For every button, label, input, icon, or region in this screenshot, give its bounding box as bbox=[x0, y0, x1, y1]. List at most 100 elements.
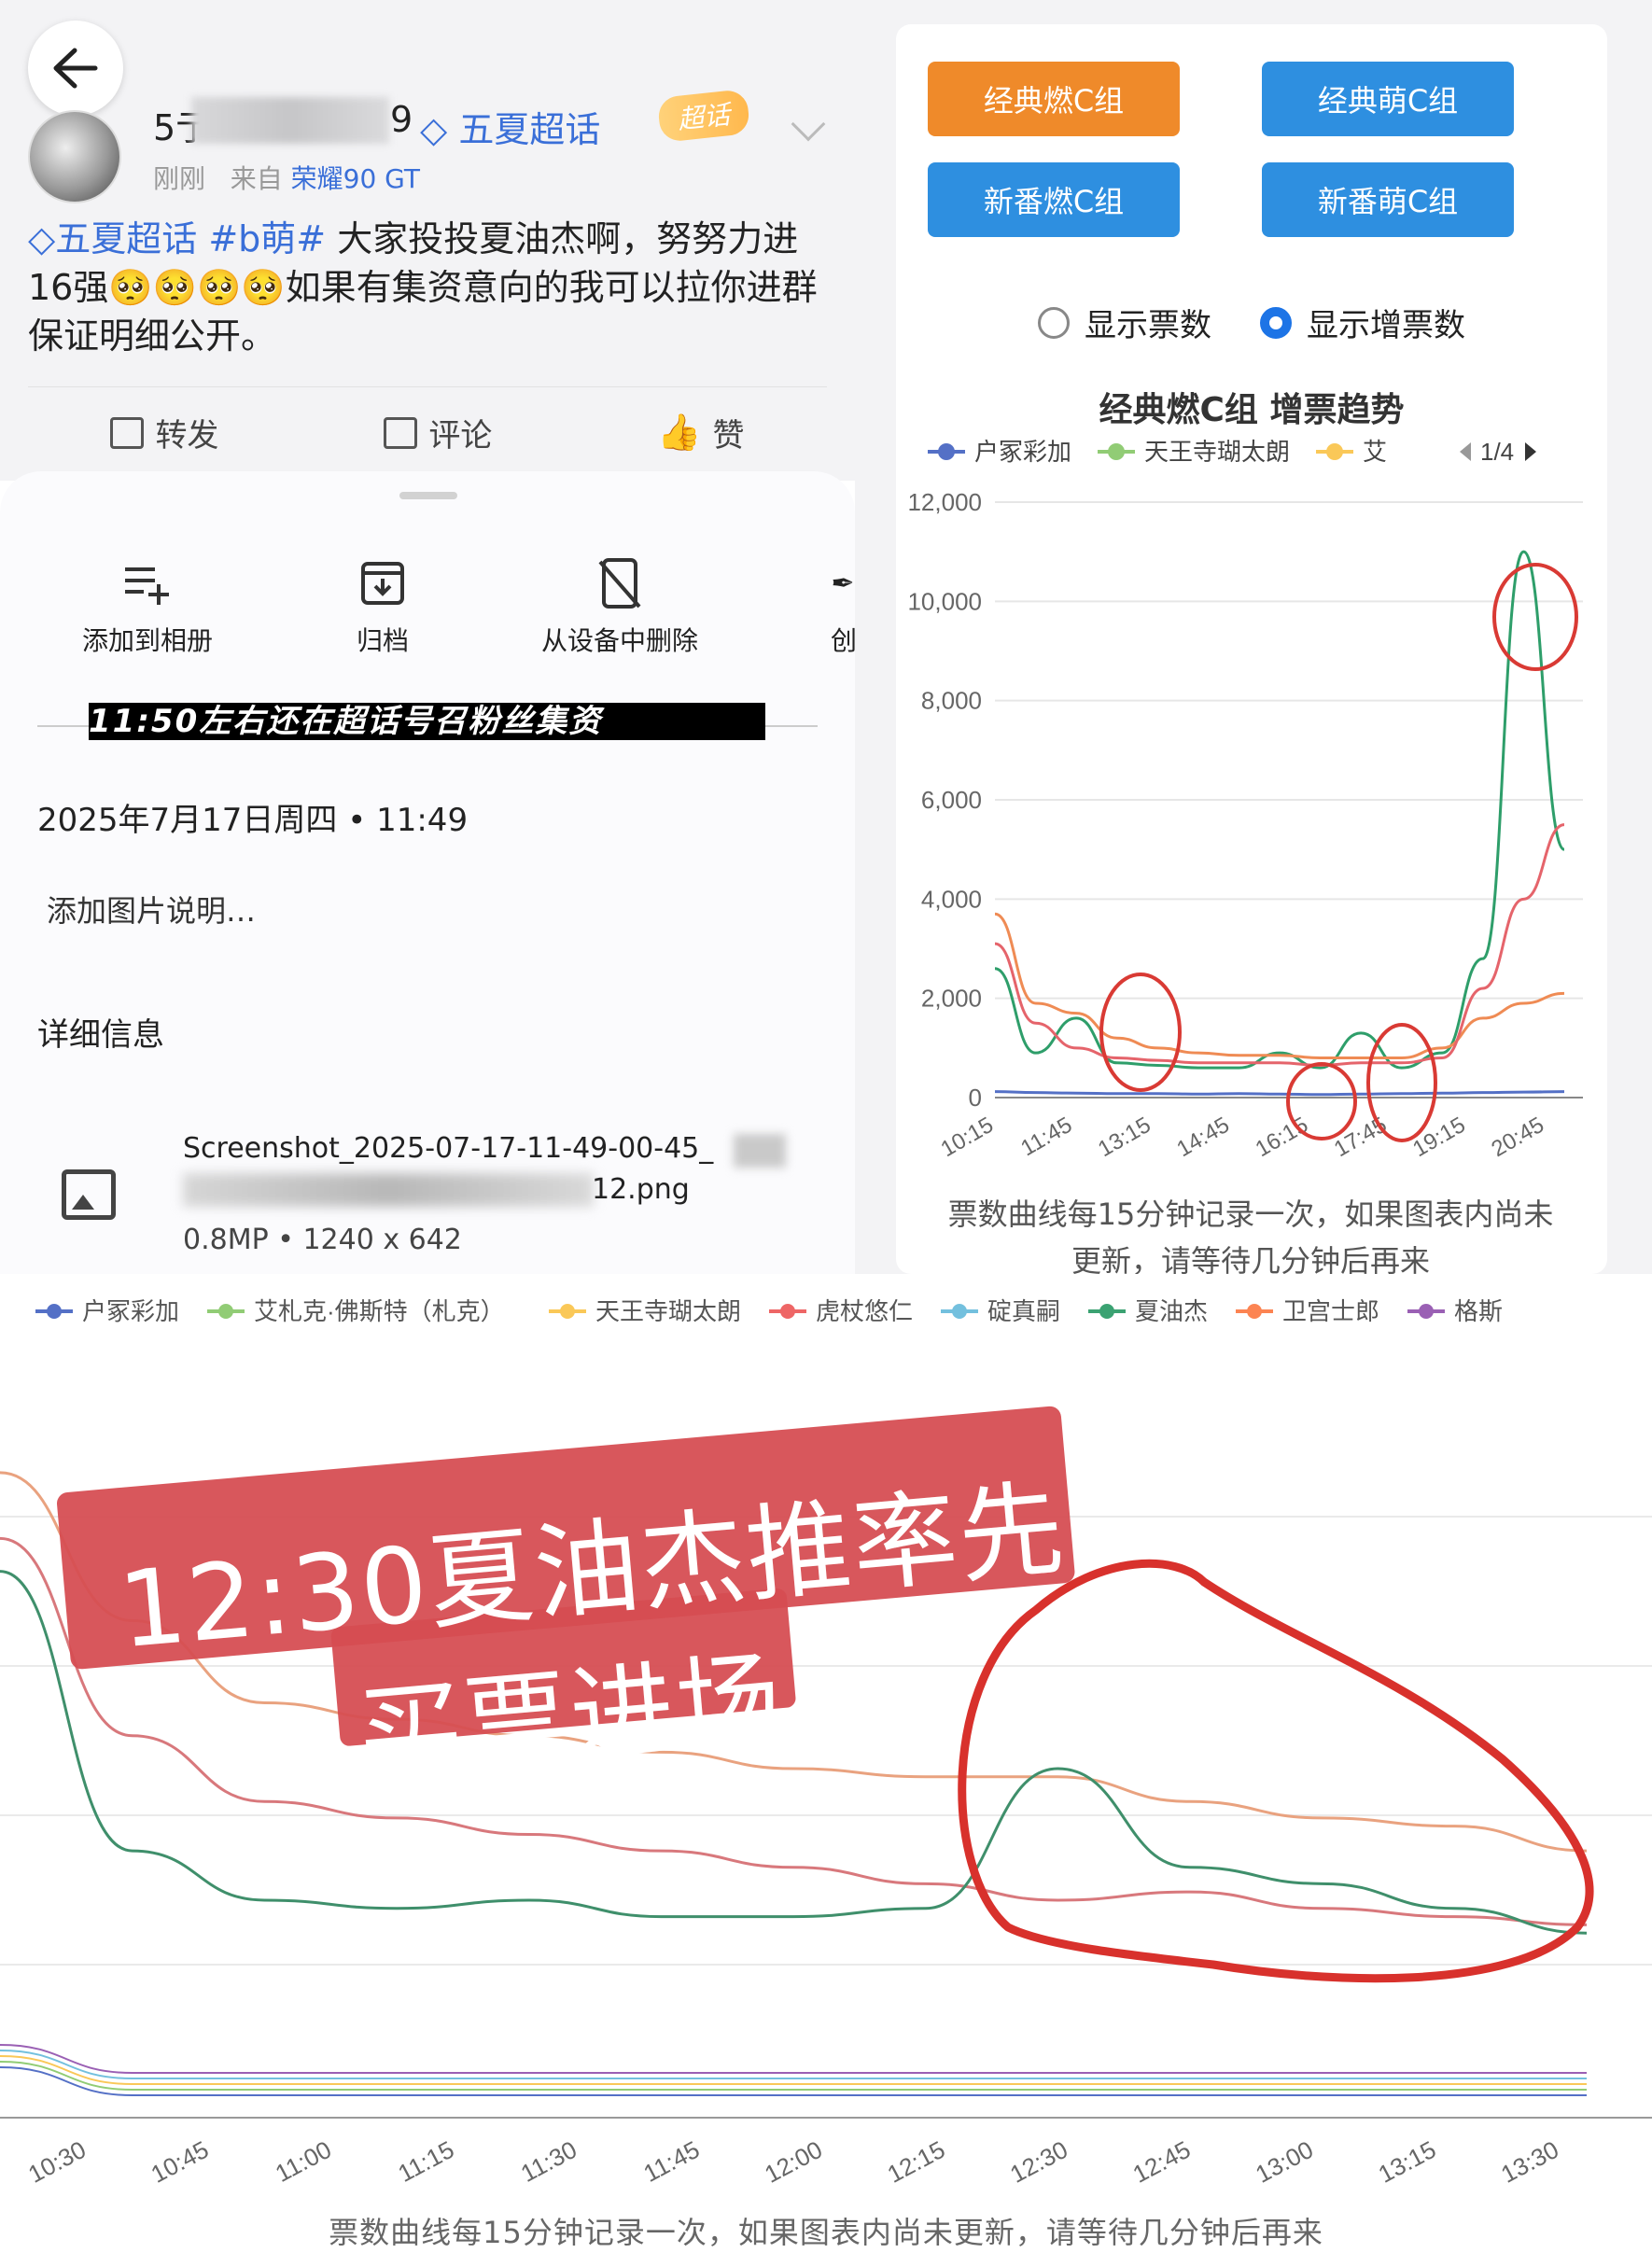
y-tick-label: 6,000 bbox=[921, 786, 982, 814]
post-time: 刚刚 bbox=[153, 163, 206, 194]
series-line bbox=[0, 2066, 1587, 2096]
create-button[interactable]: ✒ 创 bbox=[831, 546, 855, 658]
post-actions: 转发 评论 👍 赞 bbox=[28, 386, 827, 478]
x-tick-label: 12:15 bbox=[883, 2135, 950, 2189]
chevron-down-icon[interactable] bbox=[791, 106, 826, 142]
hand-drawn-highlight bbox=[958, 1559, 1594, 1983]
x-tick-label: 13:00 bbox=[1251, 2135, 1318, 2189]
radio-show-increase[interactable]: 显示增票数 bbox=[1260, 300, 1465, 345]
x-tick-label: 10:15 bbox=[936, 1113, 998, 1162]
legend-label: 天王寺瑚太朗 bbox=[1144, 438, 1290, 466]
post-device: 荣耀90 GT bbox=[290, 163, 420, 194]
legend-label: 艾札克·佛斯特（札克） bbox=[254, 1297, 505, 1325]
legend-marker bbox=[938, 443, 955, 460]
x-tick-label: 10:45 bbox=[147, 2135, 214, 2189]
group-classic-ran-button[interactable]: 经典燃C组 bbox=[928, 62, 1180, 136]
like-label: 赞 bbox=[712, 417, 745, 455]
group-classic-meng-button[interactable]: 经典萌C组 bbox=[1262, 62, 1514, 136]
x-tick-label: 11:00 bbox=[271, 2135, 336, 2188]
post-from: 来自 bbox=[230, 163, 283, 194]
delete-from-device-label: 从设备中删除 bbox=[541, 625, 699, 656]
zoomed-chart-note: 票数曲线每15分钟记录一次，如果图表内尚未更新，请等待几分钟后再来 bbox=[329, 2215, 1323, 2250]
weibo-post: 5亍 9 ◇ 五夏超话 超话 刚刚 来自 荣耀90 GT ◇五夏超话 #b萌# … bbox=[0, 0, 855, 481]
file-name-end: 12.png bbox=[592, 1173, 690, 1206]
details-heading: 详细信息 bbox=[37, 1016, 164, 1054]
super-topic-tag[interactable]: 超话 bbox=[656, 89, 751, 143]
post-body: ◇五夏超话 #b萌# 大家投投夏油杰啊，努努力进 16强🥺🥺🥺🥺如果有集资意向的… bbox=[28, 215, 840, 360]
legend-marker bbox=[1099, 1304, 1114, 1319]
archive-button[interactable]: 归档 bbox=[357, 546, 409, 658]
highlight-circle bbox=[1286, 1062, 1357, 1140]
post-text-line1: 大家投投夏油杰啊，努努力进 bbox=[337, 218, 799, 259]
comment-button[interactable]: 评论 bbox=[384, 410, 492, 455]
x-tick-label: 11:30 bbox=[516, 2135, 581, 2188]
archive-label: 归档 bbox=[357, 625, 410, 656]
back-arrow-icon bbox=[53, 48, 98, 89]
legend-marker bbox=[560, 1304, 575, 1319]
redacted-text bbox=[734, 1134, 786, 1168]
share-icon bbox=[110, 416, 145, 449]
y-tick-label: 8,000 bbox=[921, 687, 982, 715]
legend-marker bbox=[218, 1304, 233, 1319]
legend-label: 格斯 bbox=[1454, 1297, 1503, 1325]
series-line bbox=[0, 2055, 1587, 2085]
legend-page: 1/4 bbox=[1480, 438, 1514, 466]
repost-button[interactable]: 转发 bbox=[110, 410, 218, 455]
topic-badge[interactable]: ◇ 五夏超话 bbox=[420, 101, 600, 152]
x-tick-label: 12:30 bbox=[1005, 2135, 1072, 2189]
topic-label: 五夏超话 bbox=[458, 109, 601, 150]
x-tick-label: 12:45 bbox=[1128, 2135, 1196, 2189]
back-button[interactable] bbox=[28, 21, 123, 116]
x-tick-label: 17:45 bbox=[1330, 1113, 1392, 1162]
x-tick-label: 10:30 bbox=[23, 2135, 91, 2189]
add-to-album-button[interactable]: 添加到相册 bbox=[82, 546, 213, 658]
diamond-icon: ◇ bbox=[420, 109, 459, 150]
post-hashtag-link[interactable]: #b萌# bbox=[208, 218, 326, 259]
radio-show-increase-label: 显示增票数 bbox=[1307, 307, 1465, 344]
photo-details-sheet: 添加到相册 归档 从设备中删除 ✒ 创 11:50左右还在超话号召粉丝集资 20… bbox=[0, 471, 855, 1274]
image-icon bbox=[62, 1169, 116, 1220]
redacted-text bbox=[183, 1173, 594, 1207]
radio-off-icon bbox=[1038, 306, 1070, 339]
file-name: Screenshot_2025-07-17-11-49-00-45_ bbox=[183, 1132, 714, 1165]
increase-trend-chart: 户冢彩加 天王寺瑚太朗 艾 1/4 0 2,000 4,000 6,000 8,000 10,00… bbox=[907, 438, 1583, 1162]
comment-icon bbox=[384, 416, 418, 449]
avatar[interactable] bbox=[28, 110, 121, 203]
x-tick-label: 20:45 bbox=[1487, 1113, 1548, 1162]
series-line bbox=[994, 912, 1565, 1059]
caption-input[interactable]: 添加图片说明… bbox=[47, 888, 256, 931]
legend-marker bbox=[780, 1304, 795, 1319]
add-to-album-label: 添加到相册 bbox=[82, 625, 214, 656]
group-new-ran-button[interactable]: 新番燃C组 bbox=[928, 162, 1180, 237]
photo-date: 2025年7月17日周四 • 11:49 bbox=[37, 802, 469, 839]
series-line bbox=[0, 2050, 1587, 2079]
overlay-caption: 11:50左右还在超话号召粉丝集资 bbox=[89, 703, 765, 740]
legend-marker bbox=[1108, 443, 1125, 460]
legend-label: 户冢彩加 bbox=[82, 1297, 179, 1325]
legend-next-icon bbox=[1525, 442, 1536, 461]
like-button[interactable]: 👍 赞 bbox=[657, 410, 744, 455]
group-new-meng-button[interactable]: 新番萌C组 bbox=[1262, 162, 1514, 237]
brush-icon: ✒ bbox=[831, 567, 855, 600]
post-text-line3: 保证明细公开。 bbox=[28, 315, 277, 357]
x-tick-label: 16:15 bbox=[1252, 1113, 1313, 1162]
drag-handle[interactable] bbox=[399, 492, 457, 499]
legend-label: 虎杖悠仁 bbox=[816, 1297, 913, 1325]
radio-show-votes[interactable]: 显示票数 bbox=[1038, 300, 1211, 345]
archive-icon bbox=[361, 562, 404, 605]
x-tick-label: 14:45 bbox=[1172, 1113, 1234, 1162]
create-label: 创 bbox=[831, 625, 855, 656]
x-tick-label: 11:15 bbox=[393, 2135, 458, 2188]
delete-from-device-button[interactable]: 从设备中删除 bbox=[541, 546, 698, 658]
phone-off-icon bbox=[598, 558, 641, 609]
legend-marker bbox=[1247, 1304, 1262, 1319]
playlist-add-icon bbox=[125, 567, 169, 605]
legend-marker bbox=[1326, 443, 1343, 460]
x-tick-label: 19:15 bbox=[1408, 1113, 1470, 1162]
highlight-circle bbox=[1492, 563, 1578, 671]
x-tick-label: 12:00 bbox=[760, 2135, 827, 2189]
y-tick-label: 4,000 bbox=[921, 885, 982, 913]
post-topic-link[interactable]: 五夏超话 bbox=[55, 218, 197, 259]
series-line bbox=[994, 823, 1565, 1067]
legend-label: 碇真嗣 bbox=[987, 1297, 1060, 1325]
